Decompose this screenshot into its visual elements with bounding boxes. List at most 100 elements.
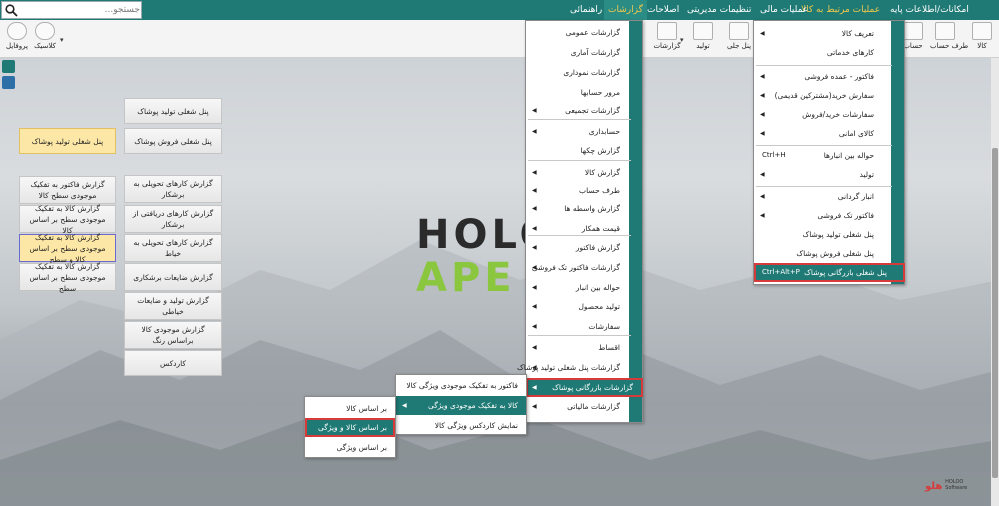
chevron-left-icon: ◀: [532, 128, 537, 135]
menu-corrections[interactable]: اصلاحات: [647, 0, 679, 20]
report-khayat-delivered[interactable]: گزارش کارهای تحویلی به خیاط: [124, 234, 222, 262]
reports-item-factor[interactable]: گزارش فاکتور ◀: [526, 238, 630, 257]
profile-button[interactable]: پروفایل: [2, 22, 32, 56]
menu-strip: [629, 21, 642, 422]
submenu-factor-vijegi[interactable]: فاکتور به تفکیک موجودی ویژگی کالا: [396, 376, 526, 395]
scrollbar-thumb[interactable]: [992, 148, 998, 478]
panel-tolid-button[interactable]: پنل شغلی تولید پوشاک: [124, 98, 222, 124]
vertical-scrollbar[interactable]: [991, 58, 999, 506]
submenu-by-kala[interactable]: بر اساس کالا: [305, 399, 395, 418]
box-icon: [972, 22, 992, 40]
panel-jeli-button[interactable]: پنل جلی: [724, 22, 754, 56]
chevron-left-icon: ◀: [760, 171, 765, 178]
chevron-left-icon: ◀: [760, 130, 765, 137]
menu-help[interactable]: راهنمائی: [570, 0, 602, 20]
report-boreshkari-waste[interactable]: گزارش ضایعات برشکاری: [124, 263, 222, 291]
menu-item-tak-foroushi[interactable]: فاکتور تک فروشی ◀: [754, 206, 892, 225]
report-kala-stock-by-kala-level[interactable]: گزارش کالا به تفکیک موجودی سطح بر اساس ک…: [19, 233, 116, 264]
menu-item-tolid[interactable]: تولید ◀: [754, 165, 892, 184]
menu-kala-operations[interactable]: عملیات مرتبط به کالا: [801, 0, 880, 20]
menu-item-sefareshat[interactable]: سفارشات خرید/فروش ◀: [754, 105, 892, 124]
report-boreshkar-delivered[interactable]: گزارش کارهای تحویلی به برشکار: [124, 175, 222, 203]
person-icon: [935, 22, 955, 40]
menu-item-factor[interactable]: فاکتور - عمده فروشی ◀: [754, 67, 892, 86]
chevron-left-icon: ◀: [760, 92, 765, 99]
report-khayati-production[interactable]: گزارش تولید و ضایعات خیاطی: [124, 292, 222, 320]
submenu-by-kala-vijegi[interactable]: بر اساس کالا و ویژگی: [305, 418, 395, 437]
vijegi-submenu: بر اساس کالا بر اساس کالا و ویژگی بر اسا…: [304, 396, 396, 458]
reports-item-panel-tolid-reports[interactable]: گزارشات پنل شغلی تولید پوشاک ◀: [517, 358, 630, 377]
submenu-kardex-vijegi[interactable]: نمایش کاردکس ویژگی کالا: [396, 416, 526, 435]
menu-basic-info[interactable]: امکانات/اطلاعات پایه: [890, 0, 969, 20]
menu-item-sefaresh-old[interactable]: سفارش خرید(مشترکین قدیمی) ◀: [754, 86, 892, 105]
taraf-hesab-button[interactable]: طرف حساب: [930, 22, 968, 56]
chevron-left-icon: ◀: [532, 107, 537, 114]
ledger-icon: [903, 22, 923, 40]
menu-item-anbar[interactable]: انبار گردانی ◀: [754, 187, 892, 206]
menu-item-panel-tolid[interactable]: پنل شغلی تولید پوشاک: [754, 225, 892, 244]
reports-item-accounting[interactable]: حسابداری ◀: [526, 122, 630, 141]
reports-item-vasete[interactable]: گزارش واسطه ها ◀: [526, 199, 630, 218]
factory-icon: [693, 22, 713, 40]
search-icon[interactable]: [5, 4, 18, 17]
reports-item-maliati[interactable]: گزارشات مالیاتی ◀: [526, 397, 630, 416]
classic-caret-icon[interactable]: ▾: [60, 36, 64, 44]
kala-operations-menu: تعریف کالا ◀ کارهای خدماتی فاکتور - عمده …: [753, 20, 905, 285]
holoo-brand-logo: هلو HOLOO Software: [925, 479, 968, 492]
tolid-button[interactable]: تولید: [688, 22, 718, 56]
search-input[interactable]: [20, 3, 140, 17]
report-icon: [657, 22, 677, 40]
reports-item-haval[interactable]: حواله بین انبار ◀: [526, 278, 630, 297]
menu-item-haval[interactable]: حواله بین انبارها Ctrl+H: [754, 146, 892, 165]
chevron-left-icon: ◀: [532, 187, 537, 194]
menu-item-amani[interactable]: کالای امانی ◀: [754, 124, 892, 143]
menu-item-panel-bazargani[interactable]: پنل شغلی بازرگانی پوشاک Ctrl+Alt+P: [754, 263, 905, 282]
report-boreshkar-received[interactable]: گزارش کارهای دریافتی از برشکار: [124, 205, 222, 233]
menu-strip: [891, 21, 904, 284]
menu-item-khadamat[interactable]: کارهای خدماتی: [754, 43, 892, 62]
reports-item-chart[interactable]: گزارشات نموداری: [526, 63, 630, 82]
menu-item-panel-foroush[interactable]: پنل شغلی فروش پوشاک: [754, 244, 892, 263]
submenu-by-vijegi[interactable]: بر اساس ویژگی: [305, 438, 395, 457]
report-kala-stock-by-kala[interactable]: گزارش کالا به تفکیک موجودی سطح بر اساس ک…: [19, 204, 116, 235]
chevron-left-icon: ◀: [532, 344, 537, 351]
reports-item-general[interactable]: گزارشات عمومی: [526, 23, 630, 42]
reports-item-kala[interactable]: گزارش کالا ◀: [526, 163, 630, 182]
side-icons: [2, 60, 16, 92]
submenu-kala-vijegi[interactable]: کالا به تفکیک موجودی ویژگی ◀: [396, 396, 526, 415]
reports-item-accounts[interactable]: مرور حسابها: [526, 83, 630, 102]
report-kala-stock-by-level[interactable]: گزارش کالا به تفکیک موجودی سطح بر اساس س…: [19, 262, 116, 293]
reports-item-sefareshat[interactable]: سفارشات ◀: [526, 317, 630, 336]
kala-button[interactable]: کالا: [967, 22, 997, 56]
reports-item-aggregate[interactable]: گزارشات تجمیعی ◀: [526, 101, 630, 120]
reports-item-statistical[interactable]: گزارشات آماری: [526, 43, 630, 62]
reports-item-tak-foroushi[interactable]: گزارشات فاکتور تک فروشی ◀: [526, 258, 630, 277]
search-box[interactable]: [1, 1, 142, 19]
reports-menu: گزارشات عمومی گزارشات آماری گزارشات نمودار…: [517, 20, 643, 423]
report-stock-by-color[interactable]: گزارش موجودی کالا براساس رنگ: [124, 321, 222, 349]
classic-button[interactable]: کلاسیک: [30, 22, 60, 56]
chevron-left-icon: ◀: [532, 205, 537, 212]
user-card-icon[interactable]: [2, 76, 15, 89]
menu-financial[interactable]: عملیات مالی: [760, 0, 808, 20]
reports-item-gheymat-hamkar[interactable]: قیمت همکار ◀: [526, 219, 630, 238]
reports-item-taraf-hesab[interactable]: طرف حساب ◀: [526, 181, 630, 200]
panel-tolid-active-button[interactable]: پنل شغلی تولید پوشاک: [19, 128, 116, 154]
menu-reports[interactable]: گزارشات: [604, 0, 647, 20]
reports-item-tolid-mahsoul[interactable]: تولید محصول ◀: [526, 297, 630, 316]
reports-item-bazargani-reports[interactable]: گزارشات بازرگانی پوشاک ◀: [526, 378, 643, 397]
chevron-left-icon: ◀: [532, 225, 537, 232]
chevron-left-icon: ◀: [532, 264, 537, 271]
info-icon[interactable]: [2, 60, 15, 73]
apex-logo-text: APE: [416, 255, 516, 301]
gozareshat-button[interactable]: گزارشات: [652, 22, 682, 56]
report-factor-stock[interactable]: گزارش فاکتور به تفکیک موجودی سطح کالا: [19, 176, 116, 204]
reports-item-aghsat[interactable]: اقساط ◀: [526, 338, 630, 357]
panel-foroush-button[interactable]: پنل شغلی فروش پوشاک: [124, 128, 222, 154]
menu-item-tarif-kala[interactable]: تعریف کالا ◀: [754, 24, 892, 43]
chevron-left-icon: ◀: [760, 212, 765, 219]
reports-item-cheques[interactable]: گزارش چکها: [526, 141, 630, 160]
menu-management-settings[interactable]: تنظیمات مدیریتی: [687, 0, 751, 20]
kardex-button[interactable]: کاردکس: [124, 350, 222, 376]
chevron-left-icon: ◀: [532, 303, 537, 310]
